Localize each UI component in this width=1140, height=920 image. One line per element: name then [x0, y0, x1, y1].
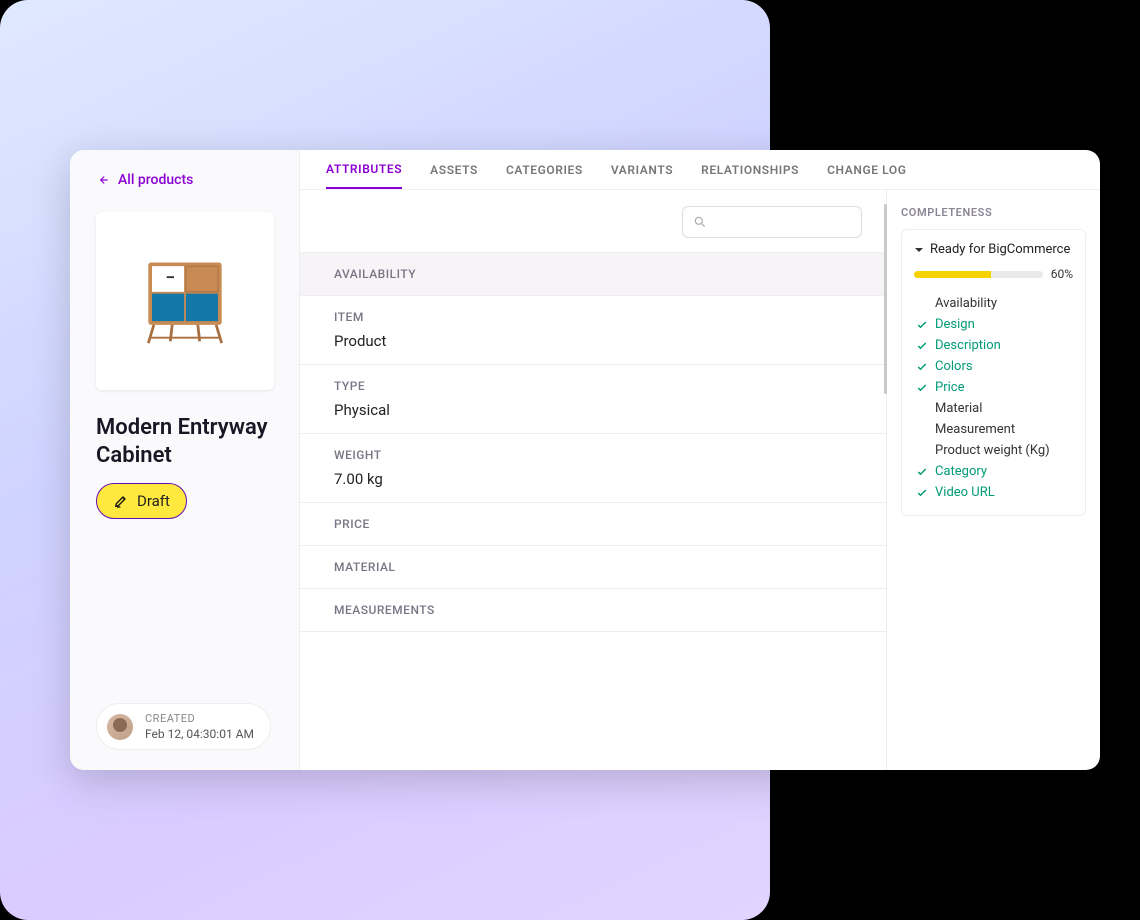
completeness-item[interactable]: Material: [914, 398, 1073, 419]
tab-change-log[interactable]: CHANGE LOG: [827, 150, 906, 189]
main-panel: ATTRIBUTES ASSETS CATEGORIES VARIANTS RELATI…: [300, 150, 1100, 770]
completeness-title: COMPLETENESS: [901, 206, 1086, 219]
avatar: [107, 714, 133, 740]
product-image[interactable]: [96, 212, 274, 390]
tab-variants[interactable]: VARIANTS: [611, 150, 673, 189]
back-to-products-link[interactable]: All products: [96, 172, 273, 188]
tab-attributes[interactable]: ATTRIBUTES: [326, 150, 402, 189]
back-link-label: All products: [118, 172, 193, 188]
attr-value: 7.00 kg: [334, 470, 852, 488]
created-timestamp: Feb 12, 04:30:01 AM: [145, 727, 254, 741]
progress-bar: 60%: [914, 267, 1073, 281]
attr-weight[interactable]: WEIGHT 7.00 kg: [300, 433, 886, 502]
attr-label: ITEM: [334, 310, 852, 324]
completeness-item-label: Material: [935, 401, 982, 416]
section-header: MEASUREMENTS: [334, 603, 852, 617]
scrollbar[interactable]: [884, 204, 887, 394]
completeness-item-label: Product weight (Kg): [935, 443, 1050, 458]
completeness-item[interactable]: Colors: [914, 356, 1073, 377]
completeness-item[interactable]: Video URL: [914, 482, 1073, 503]
check-icon: [916, 487, 928, 499]
created-info: CREATED Feb 12, 04:30:01 AM: [96, 703, 271, 750]
attr-item[interactable]: ITEM Product: [300, 295, 886, 364]
completeness-item-label: Measurement: [935, 422, 1015, 437]
attr-label: WEIGHT: [334, 448, 852, 462]
section-price[interactable]: PRICE: [300, 502, 886, 545]
attr-type[interactable]: TYPE Physical: [300, 364, 886, 433]
completeness-item-label: Design: [935, 317, 975, 332]
section-header: AVAILABILITY: [334, 267, 852, 281]
check-icon: [916, 466, 928, 478]
section-measurements[interactable]: MEASUREMENTS: [300, 588, 886, 632]
tabs: ATTRIBUTES ASSETS CATEGORIES VARIANTS RELATI…: [300, 150, 1100, 190]
completeness-item[interactable]: Availability: [914, 293, 1073, 314]
completeness-item[interactable]: Product weight (Kg): [914, 440, 1073, 461]
check-icon: [916, 319, 928, 331]
completeness-item[interactable]: Category: [914, 461, 1073, 482]
attr-label: TYPE: [334, 379, 852, 393]
search-input[interactable]: [682, 206, 862, 238]
sidebar: All products Modern Entryway Cabinet: [70, 150, 300, 770]
completeness-item-label: Colors: [935, 359, 973, 374]
section-header: MATERIAL: [334, 560, 852, 574]
check-icon: [916, 361, 928, 373]
completeness-list: Availability Design Description Colors Price…: [914, 293, 1073, 503]
section-availability[interactable]: AVAILABILITY: [300, 252, 886, 295]
attr-value: Product: [334, 332, 852, 350]
tab-assets[interactable]: ASSETS: [430, 150, 478, 189]
completeness-item[interactable]: Measurement: [914, 419, 1073, 440]
pencil-icon: [113, 493, 129, 509]
created-label: CREATED: [145, 712, 254, 725]
completeness-item[interactable]: Price: [914, 377, 1073, 398]
completeness-item-label: Availability: [935, 296, 997, 311]
attributes-column: AVAILABILITY ITEM Product TYPE Physical …: [300, 190, 886, 770]
completeness-item-label: Video URL: [935, 485, 995, 500]
progress-percent: 60%: [1051, 267, 1073, 281]
search-icon: [693, 215, 707, 229]
tab-relationships[interactable]: RELATIONSHIPS: [701, 150, 799, 189]
completeness-item[interactable]: Design: [914, 314, 1073, 335]
completeness-card: Ready for BigCommerce 60% Availability De…: [901, 229, 1086, 516]
check-icon: [916, 340, 928, 352]
status-pill[interactable]: Draft: [96, 483, 187, 519]
caret-down-icon: [914, 245, 924, 255]
check-icon: [916, 382, 928, 394]
completeness-item-label: Description: [935, 338, 1001, 353]
arrow-left-icon: [96, 173, 110, 187]
completeness-panel: COMPLETENESS Ready for BigCommerce 60% A…: [886, 190, 1100, 770]
section-header: PRICE: [334, 517, 852, 531]
section-material[interactable]: MATERIAL: [300, 545, 886, 588]
status-label: Draft: [137, 492, 170, 510]
completeness-item-label: Price: [935, 380, 964, 395]
cabinet-icon: [130, 246, 240, 356]
product-title: Modern Entryway Cabinet: [96, 414, 273, 469]
completeness-item[interactable]: Description: [914, 335, 1073, 356]
completeness-group-label: Ready for BigCommerce: [930, 242, 1070, 257]
app-window: All products Modern Entryway Cabinet: [70, 150, 1100, 770]
completeness-group-toggle[interactable]: Ready for BigCommerce: [914, 242, 1073, 257]
tab-categories[interactable]: CATEGORIES: [506, 150, 583, 189]
attr-value: Physical: [334, 401, 852, 419]
completeness-item-label: Category: [935, 464, 987, 479]
